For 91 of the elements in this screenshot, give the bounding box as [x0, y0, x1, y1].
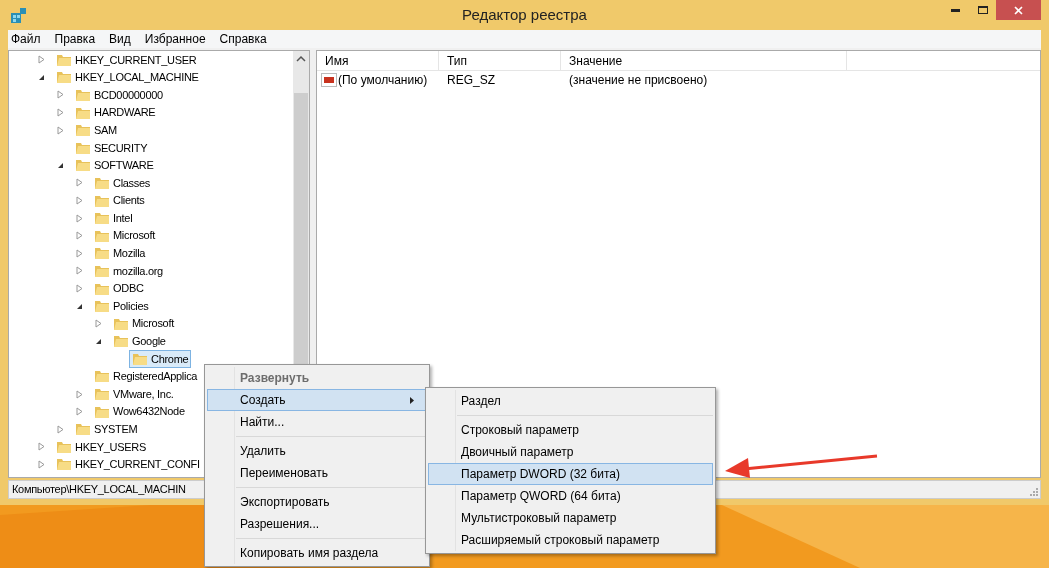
tree-item[interactable]: Microsoft [111, 315, 176, 332]
column-header[interactable]: Тип [439, 51, 561, 70]
folder-icon [56, 456, 72, 473]
collapsed-triangle-icon[interactable] [76, 248, 83, 258]
tree-item[interactable]: Microsoft [92, 227, 157, 244]
expanded-triangle-icon[interactable] [95, 337, 102, 345]
menu-option[interactable]: Найти... [207, 411, 427, 433]
collapsed-triangle-icon[interactable] [38, 442, 45, 452]
menu-item[interactable]: Правка [54, 30, 96, 48]
value-name[interactable]: (По умолчанию) [338, 71, 428, 89]
tree-item[interactable]: BCD00000000 [73, 86, 165, 104]
menu-option[interactable]: Параметр DWORD (32 бита) [428, 463, 713, 485]
folder-icon [75, 122, 91, 139]
tree-item[interactable]: SECURITY [73, 139, 150, 156]
close-icon [1014, 5, 1023, 15]
tree-item[interactable]: HKEY_CURRENT_USER [54, 51, 199, 69]
folder-icon [113, 333, 129, 350]
tree-item[interactable]: Google [111, 333, 168, 350]
expanded-triangle-icon[interactable] [76, 302, 83, 310]
tree-item[interactable]: HARDWARE [73, 104, 158, 121]
resize-grip-icon[interactable] [1028, 486, 1038, 496]
value-type: REG_SZ [447, 73, 495, 87]
column-header[interactable]: Значение [561, 51, 847, 70]
folder-icon [94, 386, 110, 403]
string-value-icon [321, 73, 337, 87]
folder-icon [56, 69, 72, 86]
folder-icon [75, 157, 91, 174]
folder-icon [94, 298, 110, 315]
collapsed-triangle-icon[interactable] [95, 319, 102, 329]
menu-option[interactable]: Копировать имя раздела [207, 542, 427, 564]
folder-icon [75, 421, 91, 438]
collapsed-triangle-icon[interactable] [76, 389, 83, 399]
folder-icon [94, 368, 110, 385]
menu-option[interactable]: Двоичный параметр [428, 441, 713, 463]
menu-item[interactable]: Файл [11, 30, 41, 48]
collapsed-triangle-icon[interactable] [76, 213, 83, 223]
menu-option[interactable]: Удалить [207, 440, 427, 462]
menu-option[interactable]: Создать [207, 389, 427, 411]
registry-cubes-icon [10, 6, 28, 24]
collapsed-triangle-icon[interactable] [57, 125, 64, 135]
tree-item[interactable]: Clients [92, 192, 147, 209]
collapsed-triangle-icon[interactable] [57, 90, 64, 100]
menu-option[interactable]: Переименовать [207, 462, 427, 484]
expanded-triangle-icon[interactable] [57, 161, 64, 169]
menu-option[interactable]: Расширяемый строковый параметр [428, 529, 713, 551]
menu-option[interactable]: Экспортировать [207, 491, 427, 513]
folder-icon [75, 87, 91, 103]
collapsed-triangle-icon[interactable] [76, 178, 83, 188]
collapsed-triangle-icon[interactable] [76, 284, 83, 293]
tree-item[interactable]: HKEY_LOCAL_MACHINE [54, 69, 201, 86]
tree-item[interactable]: Intel [92, 209, 135, 227]
collapsed-triangle-icon[interactable] [76, 266, 83, 276]
menu-option[interactable]: Мультистроковый параметр [428, 507, 713, 529]
tree-item[interactable]: ODBC [92, 280, 146, 297]
tree-item[interactable]: Wow6432Node [92, 403, 187, 420]
value-data: (значение не присвоено) [569, 73, 708, 87]
collapsed-triangle-icon[interactable] [76, 196, 83, 206]
window-title: Редактор реестра [462, 4, 587, 25]
collapsed-triangle-icon[interactable] [57, 108, 64, 118]
collapsed-triangle-icon[interactable] [76, 407, 83, 417]
tree-item[interactable]: Chrome [130, 350, 191, 368]
tree-item[interactable]: Mozilla [92, 245, 148, 262]
menu-option[interactable]: Параметр QWORD (64 бита) [428, 485, 713, 507]
tree-item[interactable]: HKEY_USERS [54, 438, 148, 456]
status-path: Компьютер\HKEY_LOCAL_MACHIN [12, 482, 186, 498]
tree-item[interactable]: SAM [73, 121, 119, 139]
minimize-icon [951, 8, 960, 12]
menu-item[interactable]: Избранное [144, 30, 206, 48]
menu-item[interactable]: Вид [109, 30, 131, 48]
expanded-triangle-icon[interactable] [38, 73, 45, 81]
tree-item[interactable]: RegisteredApplica [92, 368, 200, 385]
menu-item[interactable]: Справка [219, 30, 267, 48]
tree-item[interactable]: HKEY_CURRENT_CONFI [54, 456, 202, 473]
tree-item[interactable]: Policies [92, 297, 151, 315]
folder-icon [94, 245, 110, 262]
maximize-icon [977, 6, 988, 14]
collapsed-triangle-icon[interactable] [38, 55, 45, 65]
submenu-arrow-icon [410, 396, 414, 404]
tree-item[interactable]: Classes [92, 174, 153, 192]
folder-icon [94, 210, 110, 227]
tree-item[interactable]: SOFTWARE [73, 157, 156, 174]
collapsed-triangle-icon[interactable] [38, 459, 45, 469]
tree-item[interactable]: VMware, Inc. [92, 385, 176, 403]
tree-item[interactable]: mozilla.org [92, 262, 165, 280]
menu-option[interactable]: Раздел [428, 390, 713, 412]
collapsed-triangle-icon[interactable] [57, 424, 64, 434]
collapsed-triangle-icon[interactable] [76, 231, 83, 241]
menu-option[interactable]: Разрешения... [207, 513, 427, 535]
column-header[interactable]: Имя [317, 51, 439, 70]
tree-item[interactable]: SYSTEM [73, 421, 140, 438]
menu-option[interactable]: Строковый параметр [428, 419, 713, 441]
